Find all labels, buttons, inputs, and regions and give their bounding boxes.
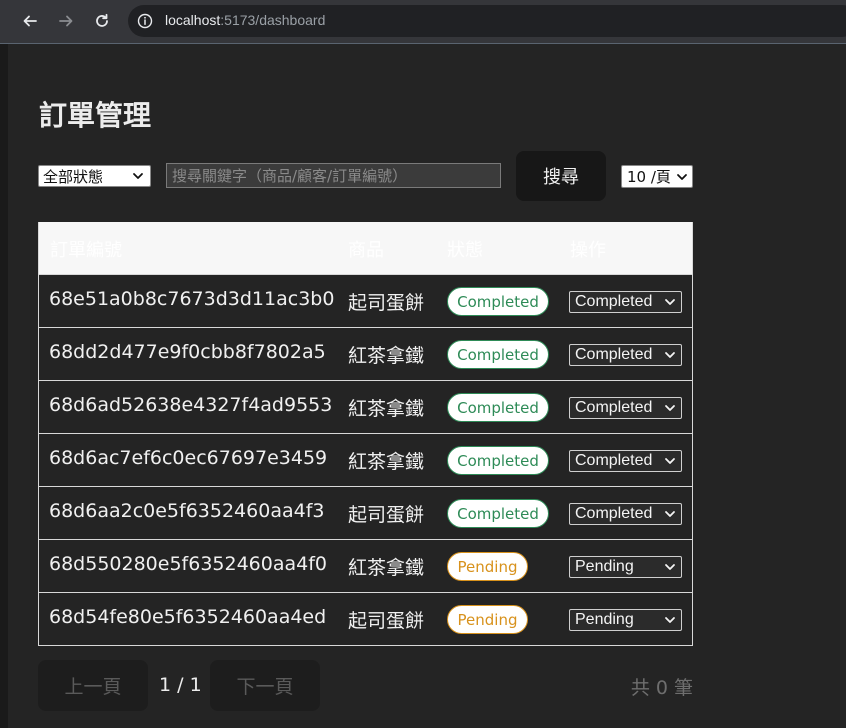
reload-icon[interactable] <box>91 10 113 32</box>
left-edge <box>0 44 8 728</box>
product-name: 紅茶拿鐵 <box>348 345 425 367</box>
product-name: 紅茶拿鐵 <box>348 398 425 420</box>
table-row: 68e51a0b8c7673d3d11ac3b0 起司蛋餅 Completed Com… <box>39 274 692 327</box>
next-page-button[interactable]: 下一頁 <box>210 660 320 711</box>
table-row: 68dd2d477e9f0cbb8f7802a5 紅茶拿鐵 Completed Com… <box>39 327 692 380</box>
status-badge: Completed <box>447 446 549 475</box>
url-path: :5173/dashboard <box>220 12 326 28</box>
status-badge: Completed <box>447 287 549 316</box>
status-action-select[interactable]: Completed <box>569 503 682 525</box>
chevron-down-icon <box>665 405 675 411</box>
site-info-icon[interactable] <box>137 13 153 29</box>
status-filter-value: 全部狀態 <box>43 167 104 186</box>
order-id: 68dd2d477e9f0cbb8f7802a5 <box>49 341 326 363</box>
total-count: 共 0 筆 <box>630 677 693 699</box>
status-badge: Completed <box>447 340 549 369</box>
status-action-select[interactable]: Pending <box>569 609 682 631</box>
table-header: 訂單編號 商品 狀態 操作 <box>39 222 692 274</box>
order-id: 68d6ac7ef6c0ec67697e3459 <box>49 447 328 469</box>
forward-icon[interactable] <box>55 10 77 32</box>
status-action-value: Completed <box>575 505 653 522</box>
url-text: localhost:5173/dashboard <box>165 12 325 28</box>
product-name: 紅茶拿鐵 <box>348 451 425 473</box>
status-badge: Completed <box>447 393 549 422</box>
chevron-down-icon <box>665 617 675 623</box>
chevron-down-icon <box>665 299 675 305</box>
status-action-select[interactable]: Pending <box>569 556 682 578</box>
search-button[interactable]: 搜尋 <box>516 151 606 201</box>
table-row: 68d6aa2c0e5f6352460aa4f3 起司蛋餅 Completed Com… <box>39 486 692 539</box>
order-id: 68d6aa2c0e5f6352460aa4f3 <box>49 500 325 522</box>
status-badge: Pending <box>447 552 528 581</box>
status-action-value: Completed <box>575 346 653 363</box>
status-action-value: Completed <box>575 399 653 416</box>
table-row: 68d550280e5f6352460aa4f0 紅茶拿鐵 Pending Pendi… <box>39 539 692 592</box>
page-size-value: 10 /頁 <box>627 168 671 186</box>
status-badge: Completed <box>447 499 549 528</box>
search-input[interactable] <box>166 163 501 188</box>
order-id: 68d6ad52638e4327f4ad9553 <box>49 394 333 416</box>
order-id: 68e51a0b8c7673d3d11ac3b0 <box>49 288 335 310</box>
product-name: 起司蛋餅 <box>348 504 425 526</box>
status-action-value: Completed <box>575 452 653 469</box>
product-name: 起司蛋餅 <box>348 610 425 632</box>
page-size-select[interactable]: 10 /頁 <box>621 165 693 188</box>
chevron-down-icon <box>665 458 675 464</box>
header-action: 操作 <box>570 240 606 261</box>
chevron-down-icon <box>665 511 675 517</box>
status-action-value: Pending <box>575 558 634 575</box>
status-filter-select[interactable]: 全部狀態 <box>38 165 151 187</box>
table-row: 68d6ac7ef6c0ec67697e3459 紅茶拿鐵 Completed Com… <box>39 433 692 486</box>
status-action-select[interactable]: Completed <box>569 344 682 366</box>
status-action-value: Completed <box>575 293 653 310</box>
chevron-down-icon <box>665 352 675 358</box>
page-title: 訂單管理 <box>39 99 152 132</box>
prev-page-button[interactable]: 上一頁 <box>38 660 148 711</box>
status-badge: Pending <box>447 605 528 634</box>
header-order-id: 訂單編號 <box>50 240 122 261</box>
table-row: 68d6ad52638e4327f4ad9553 紅茶拿鐵 Completed Com… <box>39 380 692 433</box>
status-action-value: Pending <box>575 611 634 628</box>
url-host: localhost <box>165 12 221 28</box>
browser-toolbar: localhost:5173/dashboard <box>0 0 846 44</box>
status-action-select[interactable]: Completed <box>569 450 682 472</box>
header-product: 商品 <box>348 240 384 261</box>
back-icon[interactable] <box>19 10 41 32</box>
product-name: 起司蛋餅 <box>348 292 425 314</box>
orders-table: 訂單編號 商品 狀態 操作 68e51a0b8c7673d3d11ac3b0 起司… <box>38 222 693 646</box>
chevron-down-icon <box>677 174 687 180</box>
page-indicator: 1 / 1 <box>159 674 202 696</box>
order-id: 68d54fe80e5f6352460aa4ed <box>49 606 327 628</box>
status-action-select[interactable]: Completed <box>569 397 682 419</box>
address-bar[interactable]: localhost:5173/dashboard <box>128 5 846 37</box>
status-action-select[interactable]: Completed <box>569 291 682 313</box>
chevron-down-icon <box>665 564 675 570</box>
product-name: 紅茶拿鐵 <box>348 557 425 579</box>
table-row: 68d54fe80e5f6352460aa4ed 起司蛋餅 Pending Pendi… <box>39 592 692 645</box>
order-id: 68d550280e5f6352460aa4f0 <box>49 553 328 575</box>
chevron-down-icon <box>133 173 143 179</box>
header-status: 狀態 <box>447 240 483 261</box>
